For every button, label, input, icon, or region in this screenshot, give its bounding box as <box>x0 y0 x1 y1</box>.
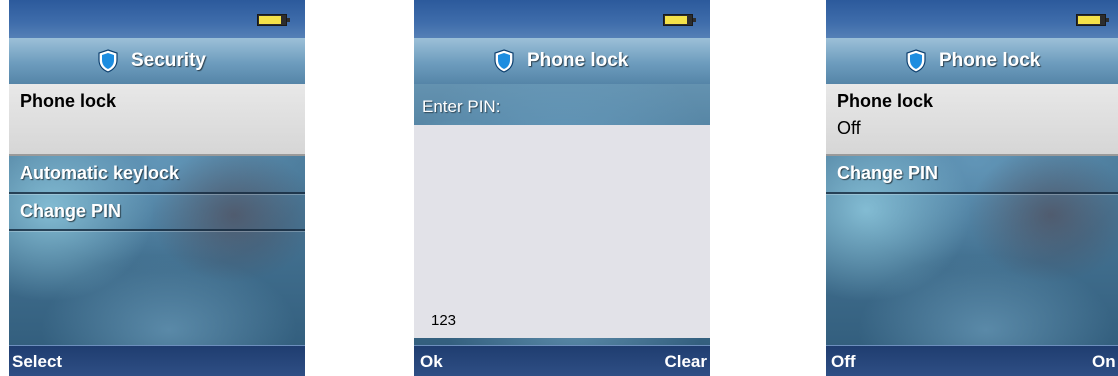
phone-screen-security: Security Phone lock Automatic keylock Ch… <box>9 0 305 376</box>
menu-item-label: Change PIN <box>837 163 939 183</box>
title-bar: Security <box>9 38 305 84</box>
pin-prompt-label: Enter PIN: <box>422 97 501 116</box>
status-bar <box>826 0 1118 38</box>
status-bar <box>414 0 710 38</box>
softkey-bar: Off On <box>826 345 1118 376</box>
screen-title: Phone lock <box>527 50 629 71</box>
menu-item-phone-lock[interactable]: Phone lock Off <box>826 84 1118 156</box>
menu-item-label: Phone lock <box>20 91 117 111</box>
battery-icon <box>663 14 696 26</box>
softkey-right-clear[interactable]: Clear <box>664 352 707 372</box>
title-bar: Phone lock <box>826 38 1118 84</box>
softkey-left-select[interactable]: Select <box>12 352 62 372</box>
softkey-left-ok[interactable]: Ok <box>420 352 443 372</box>
phone-screen-enter-pin: Phone lock Enter PIN: 123 Ok Clear <box>414 0 710 376</box>
softkey-left-off[interactable]: Off <box>831 352 856 372</box>
shield-icon <box>906 49 926 73</box>
softkey-bar: Select <box>9 345 305 376</box>
phone-screen-phone-lock: Phone lock Phone lock Off Change PIN Off… <box>826 0 1118 376</box>
softkey-bar: Ok Clear <box>414 345 710 376</box>
shield-icon <box>494 49 514 73</box>
menu-item-automatic-keylock[interactable]: Automatic keylock <box>9 156 305 194</box>
menu-item-label: Phone lock <box>837 91 934 111</box>
menu-item-label: Automatic keylock <box>20 163 180 183</box>
screen-title: Security <box>131 50 206 71</box>
pin-input-value: 123 <box>431 312 457 329</box>
menu-item-value: Off <box>837 118 861 138</box>
screen-title: Phone lock <box>939 50 1041 71</box>
menu-item-change-pin[interactable]: Change PIN <box>9 194 305 231</box>
menu-item-phone-lock[interactable]: Phone lock <box>9 84 305 156</box>
softkey-right-on[interactable]: On <box>1092 352 1116 372</box>
menu-item-label: Change PIN <box>20 201 122 221</box>
status-bar <box>9 0 305 38</box>
battery-icon <box>257 14 290 26</box>
pin-input-field[interactable]: 123 <box>414 125 710 338</box>
menu-item-change-pin[interactable]: Change PIN <box>826 156 1118 194</box>
shield-icon <box>98 49 118 73</box>
battery-icon <box>1076 14 1109 26</box>
title-bar: Phone lock <box>414 38 710 84</box>
